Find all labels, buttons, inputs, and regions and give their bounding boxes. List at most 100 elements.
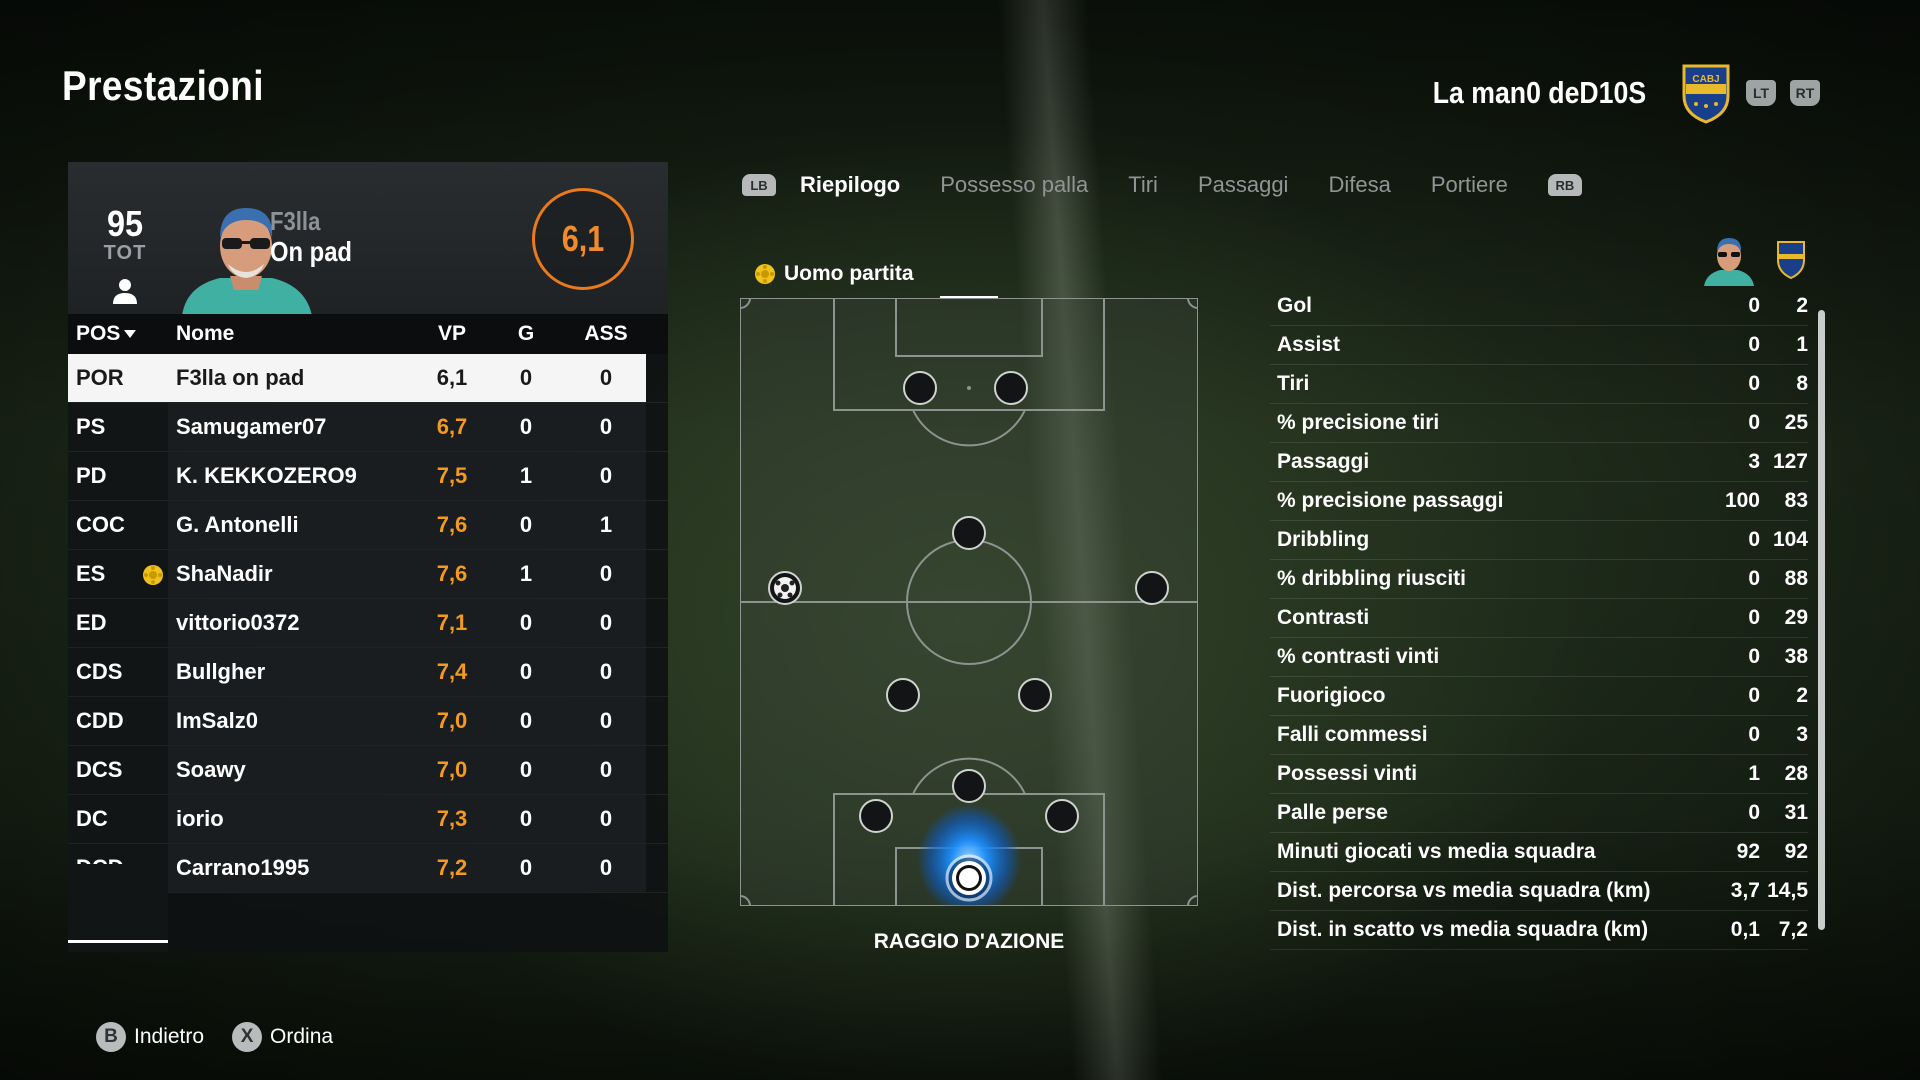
table-row[interactable]: ED vittorio0372 7,1 0 0 xyxy=(68,599,668,648)
tab-difesa[interactable]: Difesa xyxy=(1328,172,1390,198)
table-row[interactable]: COC G. Antonelli 7,6 0 1 xyxy=(68,501,668,550)
row-pos: ED xyxy=(68,599,168,647)
column-header-pos[interactable]: POS xyxy=(68,322,168,346)
stat-player-value: 0 xyxy=(1748,645,1760,668)
table-row[interactable]: POR F3lla on pad 6,1 0 0 xyxy=(68,354,668,403)
player-avatar-icon xyxy=(1704,238,1754,286)
row-pos: PD xyxy=(68,452,168,500)
row-name: vittorio0372 xyxy=(168,599,418,647)
selected-player-marker xyxy=(945,854,993,902)
stat-label: Fuorigioco xyxy=(1277,684,1386,707)
pitch-caption: RAGGIO D'AZIONE xyxy=(873,930,1065,953)
stat-player-value: 0 xyxy=(1748,411,1760,434)
stat-row: Palle perse 0 31 xyxy=(1270,794,1808,833)
row-name: K. KEKKOZERO9 xyxy=(168,452,418,500)
stat-row: % precisione passaggi 100 83 xyxy=(1270,482,1808,521)
stat-label: Contrasti xyxy=(1277,606,1370,629)
row-vp: 7,4 xyxy=(418,648,486,696)
roster-list: POR F3lla on pad 6,1 0 0 PS Samugamer07 … xyxy=(68,354,668,893)
table-row[interactable]: DC iorio 7,3 0 0 xyxy=(68,795,668,844)
table-row[interactable]: PD K. KEKKOZERO9 7,5 1 0 xyxy=(68,452,668,501)
stat-team-value: 127 xyxy=(1772,450,1808,473)
stat-team-value: 31 xyxy=(1784,801,1808,824)
row-vp: 7,5 xyxy=(418,452,486,500)
table-row[interactable]: CDS Bullgher 7,4 0 0 xyxy=(68,648,668,697)
tab-riepilogo[interactable]: Riepilogo xyxy=(800,172,900,198)
rb-button[interactable]: RB xyxy=(1547,174,1582,196)
stat-team-value: 104 xyxy=(1772,528,1808,551)
player-ovr-value: 95 xyxy=(106,203,144,244)
player-marker xyxy=(886,678,920,712)
stat-label: Possessi vinti xyxy=(1277,762,1418,785)
stat-team-value: 29 xyxy=(1784,606,1808,629)
stat-team-value: 14,5 xyxy=(1767,879,1808,902)
column-header-g[interactable]: G xyxy=(486,322,566,346)
player-marker xyxy=(1018,678,1052,712)
team-crest-icon: CABJ xyxy=(1682,64,1730,124)
row-pos: PS xyxy=(68,403,168,451)
tab-passaggi[interactable]: Passaggi xyxy=(1198,172,1289,198)
row-vp: 7,1 xyxy=(418,599,486,647)
row-pos: DC xyxy=(68,795,168,843)
player-ovr-label: TOT xyxy=(103,242,147,264)
stat-row: Falli commessi 0 3 xyxy=(1270,716,1808,755)
row-ass: 0 xyxy=(566,550,646,598)
back-label[interactable]: Indietro xyxy=(134,1025,204,1049)
tab-portiere[interactable]: Portiere xyxy=(1431,172,1508,198)
column-header-vp[interactable]: VP xyxy=(418,322,486,346)
table-row[interactable]: DCS Soawy 7,0 0 0 xyxy=(68,746,668,795)
row-vp: 7,6 xyxy=(418,501,486,549)
player-marker xyxy=(859,799,893,833)
b-button-icon[interactable]: B xyxy=(96,1022,126,1052)
sort-down-icon xyxy=(124,330,137,338)
row-vp: 6,7 xyxy=(418,403,486,451)
stat-row: Gol 0 2 xyxy=(1270,287,1808,326)
row-name: F3lla on pad xyxy=(168,354,418,402)
row-ass: 0 xyxy=(566,599,646,647)
stat-label: % contrasti vinti xyxy=(1277,645,1440,668)
row-g: 0 xyxy=(486,746,566,794)
stat-label: Minuti giocati vs media squadra xyxy=(1277,840,1596,863)
row-name: Samugamer07 xyxy=(168,403,418,451)
column-header-name[interactable]: Nome xyxy=(168,322,418,346)
stat-player-value: 1 xyxy=(1748,762,1760,785)
row-name: Bullgher xyxy=(168,648,418,696)
stat-player-value: 0 xyxy=(1748,606,1760,629)
row-name: ShaNadir xyxy=(168,550,418,598)
stat-row: Dist. in scatto vs media squadra (km) 0,1… xyxy=(1270,911,1808,950)
table-row[interactable]: ES ShaNadir 7,6 1 0 xyxy=(68,550,668,599)
stat-player-value: 0 xyxy=(1748,801,1760,824)
table-row[interactable]: CDD ImSalz0 7,0 0 0 xyxy=(68,697,668,746)
column-header-ass[interactable]: ASS xyxy=(566,322,646,346)
stat-row: % precisione tiri 0 25 xyxy=(1270,404,1808,443)
stat-row: Tiri 0 8 xyxy=(1270,365,1808,404)
crest-text: CABJ xyxy=(1692,74,1719,85)
x-button-icon[interactable]: X xyxy=(232,1022,263,1052)
sort-label[interactable]: Ordina xyxy=(270,1025,333,1049)
rt-button[interactable]: RT xyxy=(1790,80,1820,106)
tab-possesso-palla[interactable]: Possesso palla xyxy=(940,172,1088,198)
tab-tiri[interactable]: Tiri xyxy=(1128,172,1158,198)
stat-row: Fuorigioco 0 2 xyxy=(1270,677,1808,716)
stat-label: Gol xyxy=(1277,294,1312,317)
roster-scroll-indicator xyxy=(68,940,168,943)
stat-row: % dribbling riusciti 0 88 xyxy=(1270,560,1808,599)
player-marker xyxy=(1135,571,1169,605)
player-name: F3lla xyxy=(270,206,321,236)
row-pos: COC xyxy=(68,501,168,549)
stats-scrollbar[interactable] xyxy=(1818,310,1825,930)
lb-button[interactable]: LB xyxy=(742,174,776,196)
ball-icon xyxy=(768,571,802,605)
stat-row: Possessi vinti 1 28 xyxy=(1270,755,1808,794)
stat-label: % precisione passaggi xyxy=(1277,489,1504,512)
table-row[interactable]: PS Samugamer07 6,7 0 0 xyxy=(68,403,668,452)
stat-label: Passaggi xyxy=(1277,450,1370,473)
row-name: Soawy xyxy=(168,746,418,794)
lt-button[interactable]: LT xyxy=(1746,80,1776,106)
man-of-the-match-label: Uomo partita xyxy=(754,262,914,286)
stat-label: Falli commessi xyxy=(1277,723,1428,746)
player-marker xyxy=(952,516,986,550)
man-of-the-match-text: Uomo partita xyxy=(784,262,914,285)
team-name: La man0 deD10S xyxy=(1432,75,1646,110)
row-pos-label: ES xyxy=(76,561,106,586)
